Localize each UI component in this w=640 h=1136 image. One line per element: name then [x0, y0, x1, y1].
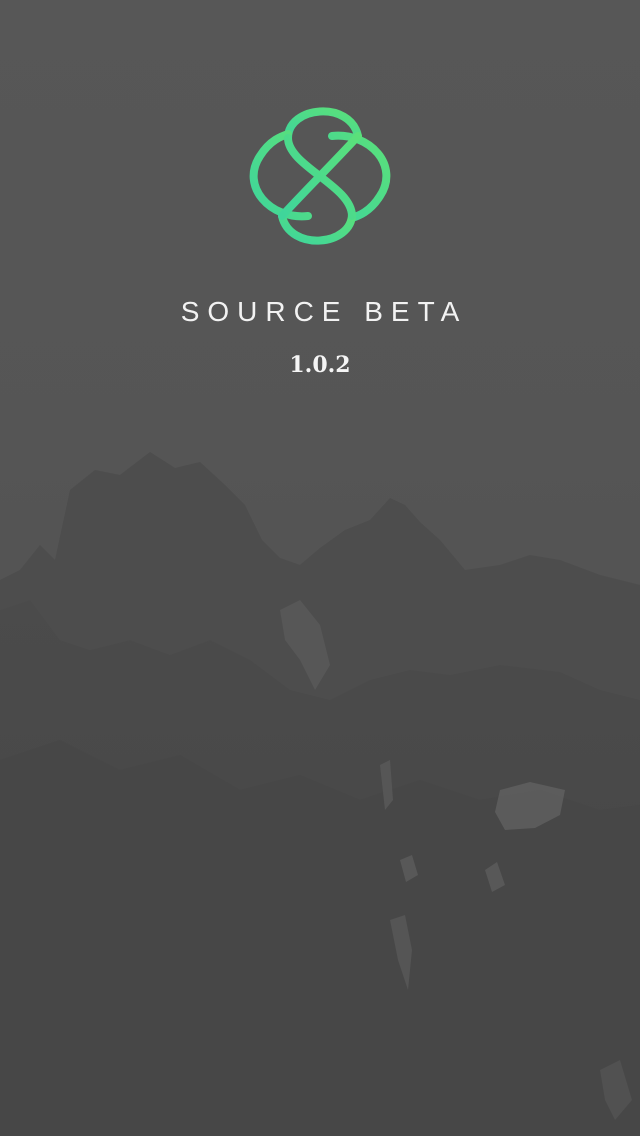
app-title: SOURCE BETA: [180, 296, 468, 327]
app-version: 1.0.2: [289, 352, 351, 378]
source-logo-icon: [249, 107, 391, 245]
splash-screen: SOURCE BETA 1.0.2: [0, 0, 640, 1136]
